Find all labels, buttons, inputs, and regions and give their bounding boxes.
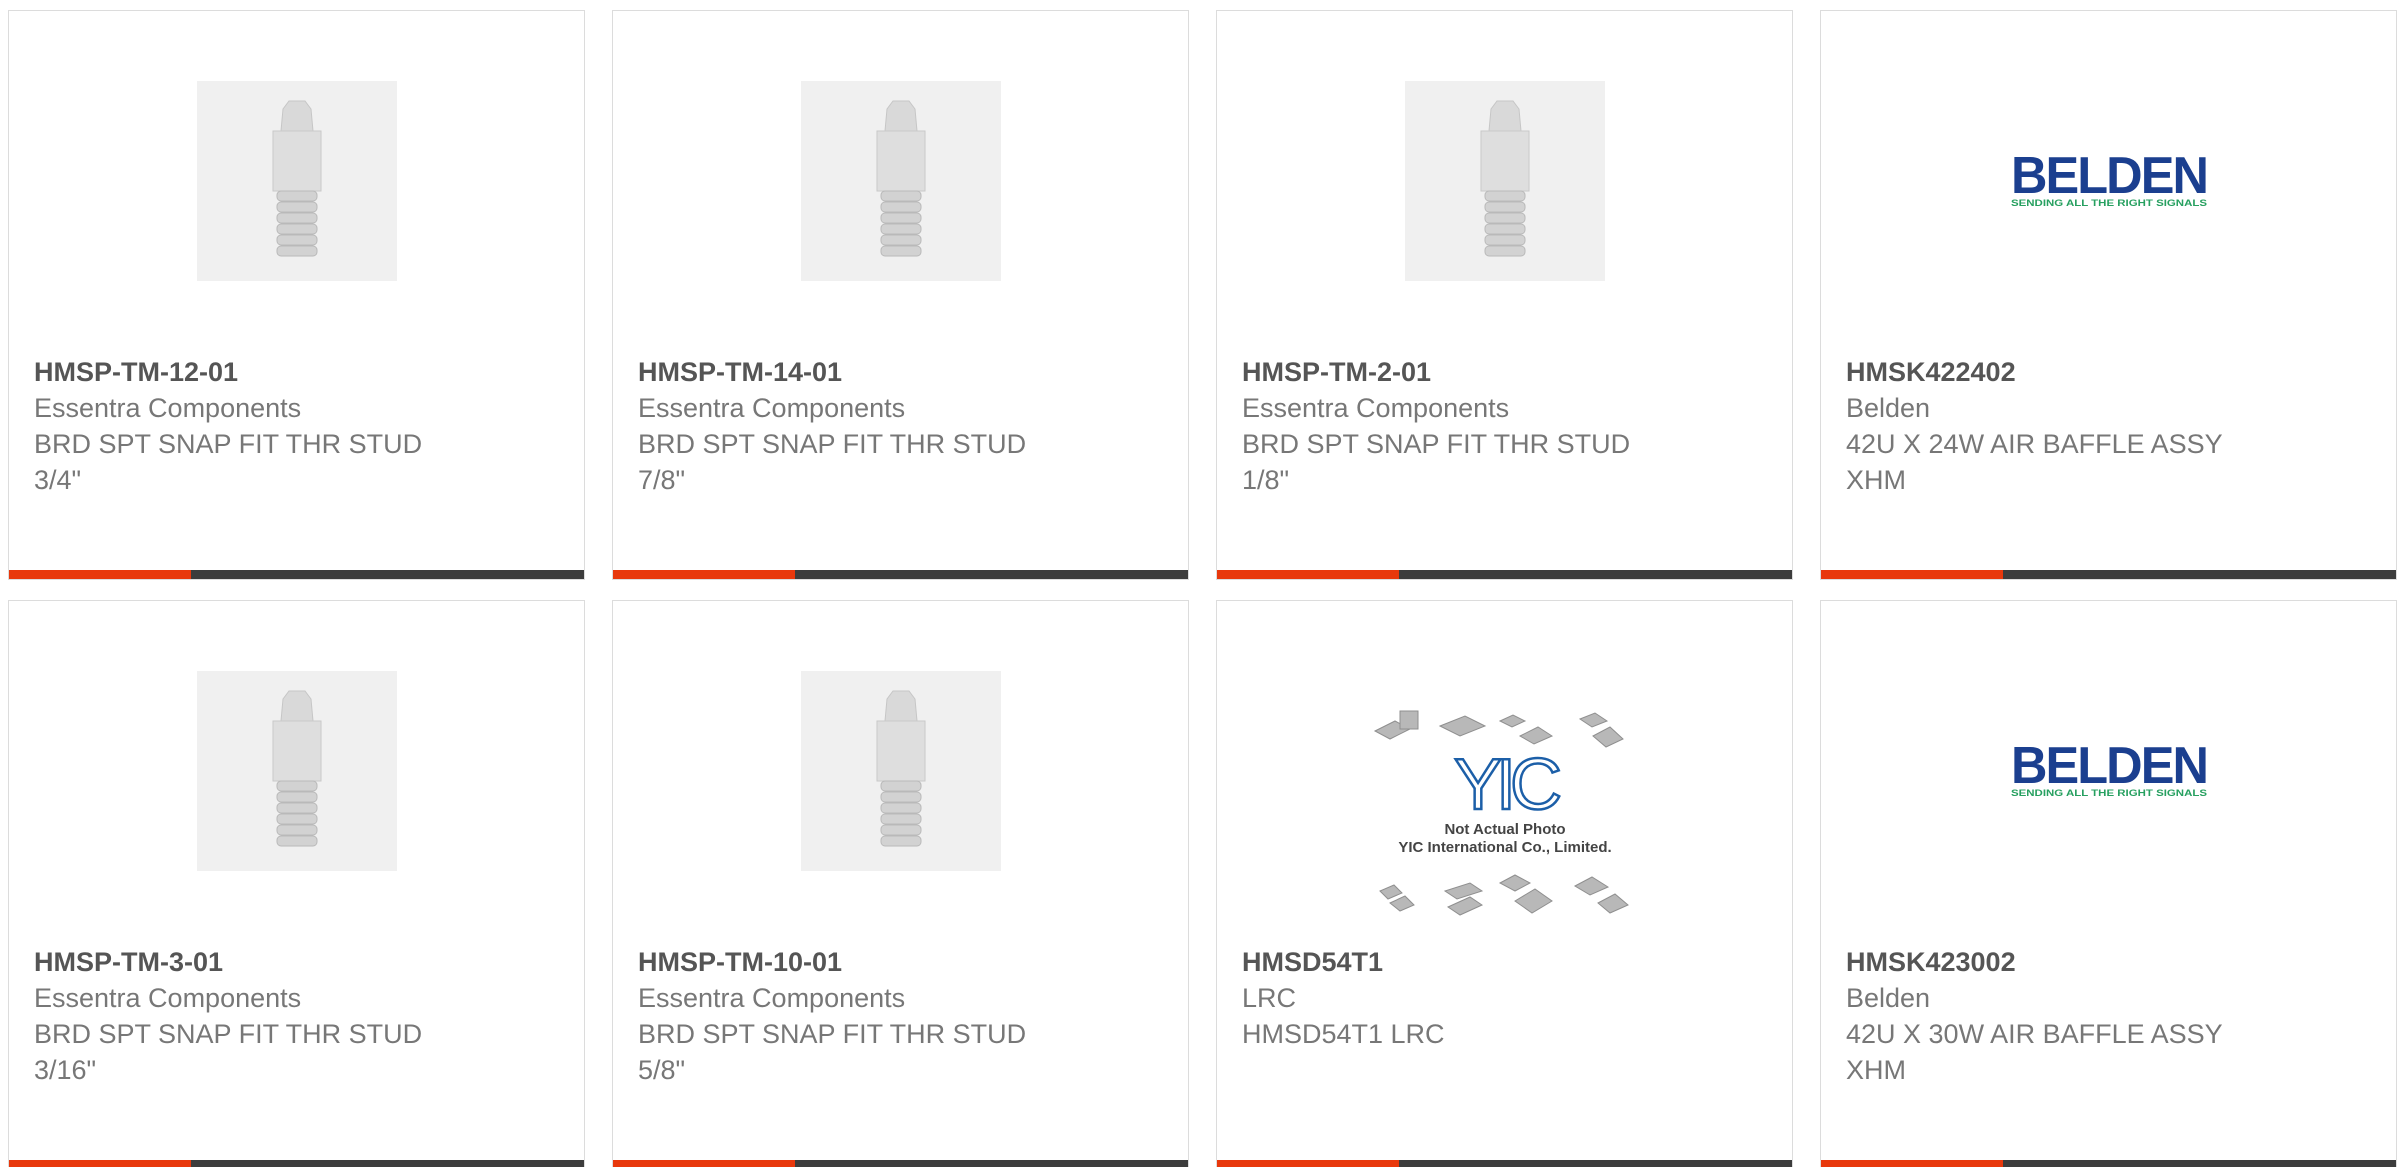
svg-text:YIC: YIC	[1453, 745, 1559, 825]
card-footer-bar	[613, 1160, 1188, 1167]
stud-icon	[800, 81, 1001, 281]
part-number[interactable]: HMSP-TM-3-01	[34, 944, 559, 980]
card-footer-bar	[1821, 570, 2396, 579]
product-card[interactable]: BELDEN SENDING ALL THE RIGHT SIGNALS HMS…	[1820, 600, 2397, 1167]
card-footer-accent	[1821, 570, 2003, 579]
description: 42U X 24W AIR BAFFLE ASSY XHM	[1846, 429, 2223, 495]
manufacturer: Essentra Components	[1242, 393, 1510, 423]
card-footer-bar	[1821, 1160, 2396, 1167]
product-card[interactable]: HMSP-TM-2-01 Essentra Components BRD SPT…	[1216, 10, 1793, 580]
svg-text:BELDEN: BELDEN	[2011, 147, 2207, 205]
product-card[interactable]: HMSP-TM-10-01 Essentra Components BRD SP…	[612, 600, 1189, 1167]
description: BRD SPT SNAP FIT THR STUD 3/16"	[34, 1019, 423, 1085]
stud-icon	[1404, 81, 1605, 281]
belden-logo: BELDEN SENDING ALL THE RIGHT SIGNALS	[2008, 671, 2209, 871]
stud-icon	[800, 671, 1001, 871]
card-footer-bar	[1217, 1160, 1792, 1167]
card-footer-accent	[1217, 1160, 1399, 1167]
description: BRD SPT SNAP FIT THR STUD 1/8"	[1242, 429, 1631, 495]
product-card[interactable]: BELDEN SENDING ALL THE RIGHT SIGNALS HMS…	[1820, 10, 2397, 580]
yic-placeholder-image: YIC Not Actual Photo YIC International C…	[1369, 691, 1640, 931]
product-card[interactable]: YIC Not Actual Photo YIC International C…	[1216, 600, 1793, 1167]
product-card[interactable]: HMSP-TM-12-01 Essentra Components BRD SP…	[8, 10, 585, 580]
svg-text:SENDING ALL THE RIGHT SIGNALS: SENDING ALL THE RIGHT SIGNALS	[2011, 198, 2207, 208]
card-footer-accent	[613, 570, 795, 579]
part-number[interactable]: HMSP-TM-10-01	[638, 944, 1163, 980]
part-number[interactable]: HMSK422402	[1846, 354, 2371, 390]
svg-text:BELDEN: BELDEN	[2011, 737, 2207, 795]
product-card[interactable]: HMSP-TM-14-01 Essentra Components BRD SP…	[612, 10, 1189, 580]
card-footer-bar	[9, 1160, 584, 1167]
description: HMSD54T1 LRC	[1242, 1019, 1445, 1049]
stud-icon	[196, 671, 397, 871]
stud-icon	[196, 81, 397, 281]
svg-text:Not Actual Photo: Not Actual Photo	[1444, 821, 1565, 838]
manufacturer: Essentra Components	[34, 393, 302, 423]
part-number[interactable]: HMSK423002	[1846, 944, 2371, 980]
description: BRD SPT SNAP FIT THR STUD 5/8"	[638, 1019, 1027, 1085]
svg-text:SENDING ALL THE RIGHT SIGNALS: SENDING ALL THE RIGHT SIGNALS	[2011, 788, 2207, 798]
description: BRD SPT SNAP FIT THR STUD 7/8"	[638, 429, 1027, 495]
manufacturer: Essentra Components	[638, 983, 906, 1013]
manufacturer: Belden	[1846, 393, 1931, 423]
part-number[interactable]: HMSP-TM-12-01	[34, 354, 559, 390]
card-footer-bar	[9, 570, 584, 579]
description: 42U X 30W AIR BAFFLE ASSY XHM	[1846, 1019, 2223, 1085]
card-footer-accent	[1821, 1160, 2003, 1167]
belden-logo: BELDEN SENDING ALL THE RIGHT SIGNALS	[2008, 81, 2209, 281]
card-footer-accent	[613, 1160, 795, 1167]
card-footer-accent	[1217, 570, 1399, 579]
description: BRD SPT SNAP FIT THR STUD 3/4"	[34, 429, 423, 495]
part-number[interactable]: HMSD54T1	[1242, 944, 1767, 980]
product-grid: HMSP-TM-12-01 Essentra Components BRD SP…	[0, 0, 2400, 1167]
manufacturer: Essentra Components	[638, 393, 906, 423]
card-footer-accent	[9, 570, 191, 579]
part-number[interactable]: HMSP-TM-2-01	[1242, 354, 1767, 390]
card-footer-accent	[9, 1160, 191, 1167]
svg-text:YIC International Co., Limited: YIC International Co., Limited.	[1398, 839, 1611, 856]
manufacturer: LRC	[1242, 983, 1297, 1013]
manufacturer: Belden	[1846, 983, 1931, 1013]
manufacturer: Essentra Components	[34, 983, 302, 1013]
card-footer-bar	[1217, 570, 1792, 579]
card-footer-bar	[613, 570, 1188, 579]
part-number[interactable]: HMSP-TM-14-01	[638, 354, 1163, 390]
product-card[interactable]: HMSP-TM-3-01 Essentra Components BRD SPT…	[8, 600, 585, 1167]
